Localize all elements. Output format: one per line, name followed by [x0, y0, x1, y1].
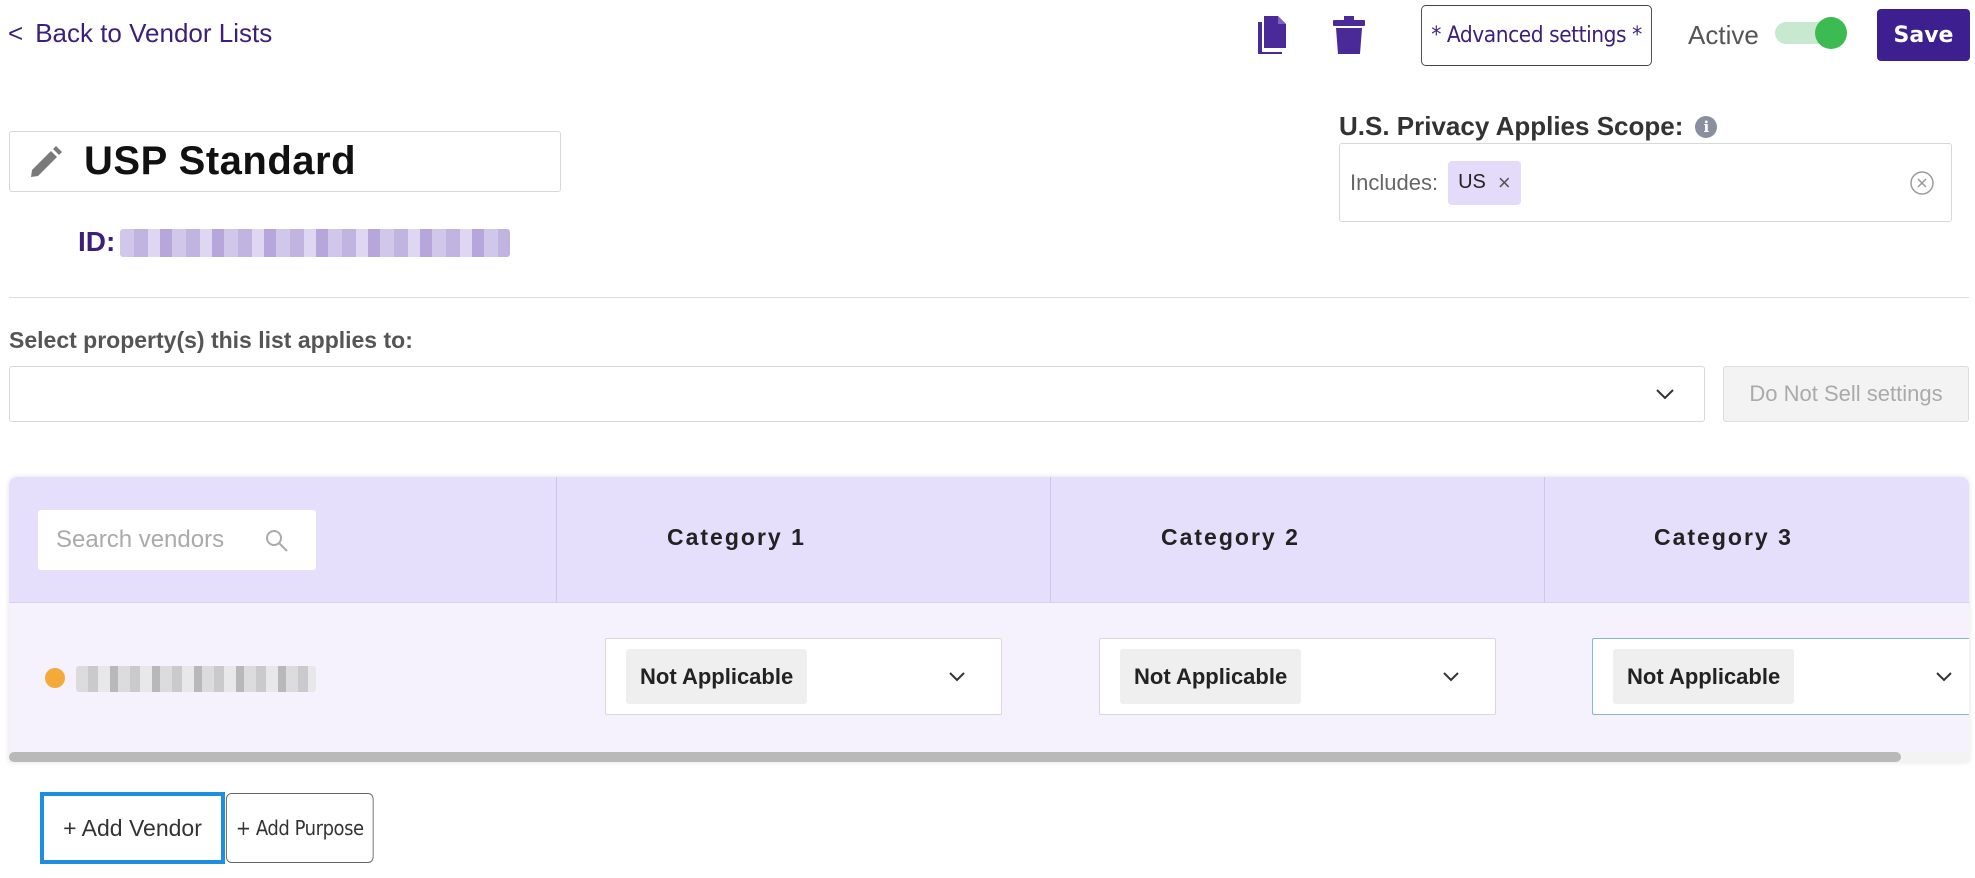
- scope-select[interactable]: Includes: US ×: [1339, 143, 1952, 222]
- chevron-down-icon: [1656, 389, 1674, 400]
- category-3-value: Not Applicable: [1613, 649, 1795, 704]
- clear-icon[interactable]: [1909, 170, 1935, 196]
- column-header-category-3: Category 3: [1654, 524, 1793, 550]
- list-title-field[interactable]: USP Standard: [9, 131, 561, 192]
- properties-select[interactable]: [9, 366, 1705, 422]
- category-1-value: Not Applicable: [626, 649, 808, 704]
- category-2-select[interactable]: Not Applicable: [1099, 638, 1496, 715]
- add-purpose-button[interactable]: + Add Purpose: [226, 793, 374, 863]
- scope-label-text: U.S. Privacy Applies Scope:: [1339, 111, 1684, 141]
- copy-button[interactable]: [1251, 13, 1291, 57]
- active-toggle[interactable]: [1773, 14, 1849, 50]
- do-not-sell-settings-button: Do Not Sell settings: [1723, 366, 1969, 422]
- chevron-left-icon: <: [8, 18, 24, 48]
- scope-chip: US ×: [1448, 160, 1521, 205]
- chevron-down-icon: [949, 672, 965, 682]
- copy-icon: [1258, 16, 1286, 54]
- toggle-knob: [1815, 17, 1847, 49]
- scrollbar-thumb[interactable]: [9, 752, 1901, 762]
- horizontal-scrollbar[interactable]: [9, 752, 1969, 762]
- table-row: Not Applicable Not Applicable Not Applic…: [9, 602, 1969, 752]
- list-title: USP Standard: [84, 139, 356, 183]
- category-2-value: Not Applicable: [1120, 649, 1302, 704]
- properties-label: Select property(s) this list applies to:: [9, 327, 413, 353]
- scope-label: U.S. Privacy Applies Scope: i: [1339, 111, 1718, 142]
- trash-icon: [1333, 16, 1365, 54]
- vendor-status-dot: [45, 668, 65, 688]
- id-value-redacted: [120, 229, 510, 257]
- delete-button[interactable]: [1329, 13, 1369, 57]
- vendor-name-redacted[interactable]: [76, 666, 316, 692]
- save-button[interactable]: Save: [1877, 9, 1970, 61]
- column-header-category-1: Category 1: [667, 524, 806, 550]
- category-1-select[interactable]: Not Applicable: [605, 638, 1002, 715]
- search-vendors-box[interactable]: [38, 510, 316, 570]
- chip-remove-icon[interactable]: ×: [1498, 170, 1511, 196]
- pencil-icon: [26, 142, 66, 182]
- search-icon: [266, 530, 288, 552]
- back-link-label: Back to Vendor Lists: [35, 18, 273, 48]
- scope-chip-label: US: [1458, 171, 1486, 193]
- id-label: ID:: [78, 226, 116, 257]
- advanced-settings-button[interactable]: * Advanced settings *: [1421, 5, 1652, 66]
- vendor-table: Category 1 Category 2 Category 3 Not App…: [9, 477, 1969, 762]
- section-divider: [9, 297, 1969, 298]
- category-3-select[interactable]: Not Applicable: [1592, 638, 1969, 715]
- table-header: Category 1 Category 2 Category 3: [9, 477, 1969, 602]
- active-label: Active: [1688, 20, 1759, 50]
- add-vendor-button[interactable]: + Add Vendor: [40, 792, 225, 864]
- search-input[interactable]: [56, 526, 256, 554]
- back-to-vendor-lists-link[interactable]: < Back to Vendor Lists: [8, 18, 272, 49]
- includes-label: Includes:: [1350, 169, 1439, 195]
- info-icon[interactable]: i: [1695, 115, 1718, 138]
- column-header-category-2: Category 2: [1161, 524, 1300, 550]
- chevron-down-icon: [1936, 672, 1952, 682]
- chevron-down-icon: [1443, 672, 1459, 682]
